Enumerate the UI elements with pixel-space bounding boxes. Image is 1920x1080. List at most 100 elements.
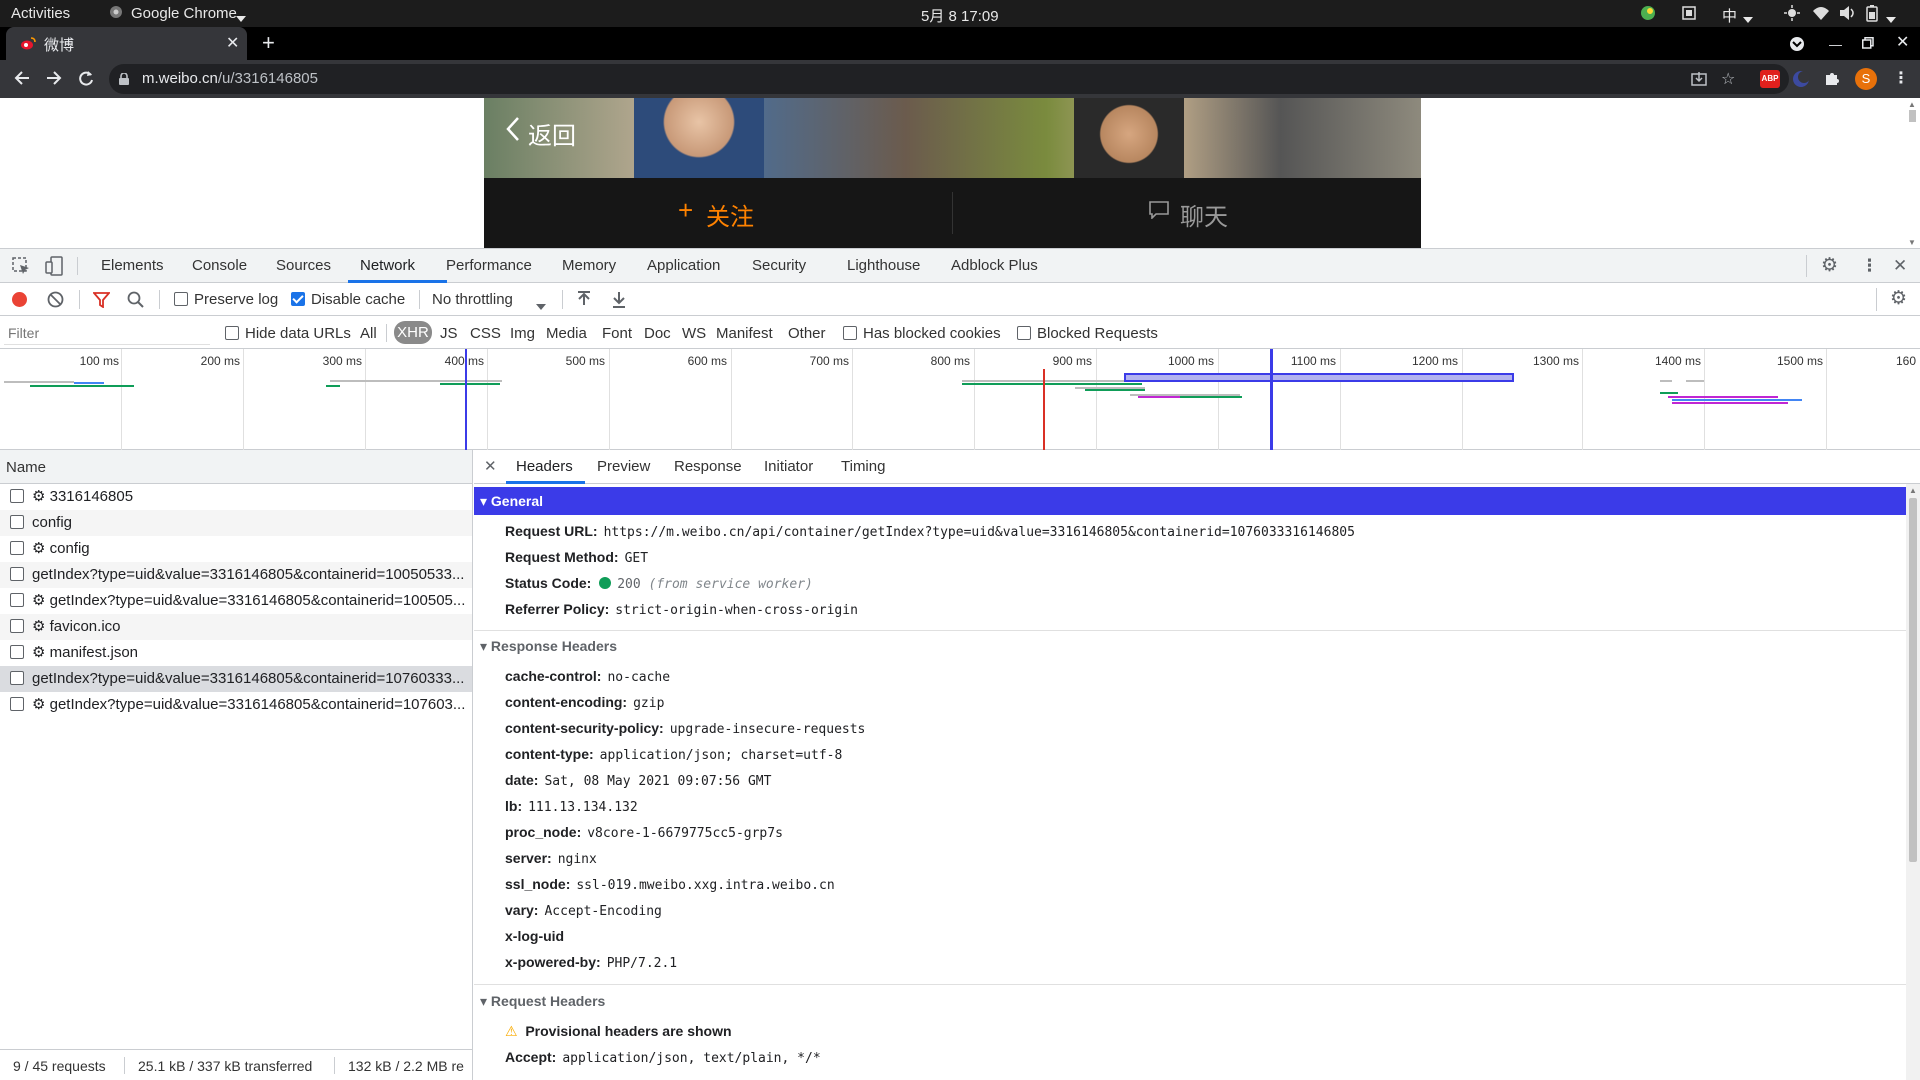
request-row[interactable]: getIndex?type=uid&value=3316146805&conta… [0,562,472,588]
install-app-icon[interactable] [1691,71,1707,91]
request-row[interactable]: ⚙ 3316146805 [0,484,472,510]
more-options-icon[interactable]: ⋮ [1861,256,1878,276]
filter-type-img[interactable]: Img [510,325,535,342]
page-scrollbar[interactable]: ▲ ▼ [1906,100,1918,248]
selected-request-bar[interactable] [1124,373,1514,382]
throttling-select[interactable]: No throttling [432,291,513,308]
section-general[interactable]: ▾ General [474,487,1906,515]
volume-icon[interactable] [1839,5,1857,25]
blocked-requests-checkbox[interactable]: Blocked Requests [1017,325,1158,342]
screenshot-tray-icon[interactable] [1681,5,1697,25]
disable-cache-checkbox[interactable]: Disable cache [291,291,405,308]
clock[interactable]: 5月 8 17:09 [921,5,999,26]
filter-type-js[interactable]: JS [440,325,458,342]
tab-memory[interactable]: Memory [562,257,616,274]
close-tab-icon[interactable]: ✕ [226,33,239,53]
activities-button[interactable]: Activities [11,5,70,22]
back-link[interactable]: 返回 [528,116,576,151]
dark-mode-extension-icon[interactable] [1792,70,1810,93]
lock-icon[interactable] [119,72,129,89]
tab-preview[interactable]: Preview [597,458,650,475]
close-window-icon[interactable]: ✕ [1896,32,1909,52]
tab-search-icon[interactable] [1789,36,1805,57]
column-header-name[interactable]: Name [6,459,46,476]
restore-window-icon[interactable] [1862,36,1874,54]
tab-headers[interactable]: Headers [516,458,573,475]
close-devtools-icon[interactable]: ✕ [1893,256,1907,276]
tab-sources[interactable]: Sources [276,257,331,274]
filter-type-doc[interactable]: Doc [644,325,671,342]
request-row-selected[interactable]: getIndex?type=uid&value=3316146805&conta… [0,666,472,692]
browser-menu-icon[interactable]: ⋮ [1893,68,1909,88]
minimize-window-icon[interactable]: — [1829,37,1842,52]
chat-button[interactable]: 聊天 [1180,197,1228,232]
close-details-icon[interactable]: ✕ [484,457,497,475]
tab-network[interactable]: Network [360,257,415,274]
tab-security[interactable]: Security [752,257,806,274]
profile-avatar[interactable]: S [1855,68,1877,90]
filter-type-all[interactable]: All [360,325,377,342]
section-request-headers[interactable]: ▾ Request Headers [474,987,1906,1015]
hide-data-urls-checkbox[interactable]: Hide data URLs [225,325,351,342]
network-settings-icon[interactable]: ⚙ [1890,289,1907,308]
brightness-icon[interactable] [1784,5,1800,25]
network-overview-timeline[interactable]: 100 ms 200 ms 300 ms 400 ms 500 ms 600 m… [0,349,1920,450]
request-row[interactable]: config [0,510,472,536]
device-toolbar-icon[interactable] [45,256,63,281]
filter-type-font[interactable]: Font [602,325,632,342]
tab-elements[interactable]: Elements [101,257,164,274]
has-blocked-cookies-checkbox[interactable]: Has blocked cookies [843,325,1001,342]
address-bar[interactable]: m.weibo.cn/u/3316146805 ☆ [109,64,1789,94]
request-row[interactable]: ⚙ getIndex?type=uid&value=3316146805&con… [0,692,472,718]
back-arrow-icon[interactable] [14,70,30,91]
back-chevron-icon[interactable] [506,116,520,147]
tab-performance[interactable]: Performance [446,257,532,274]
details-scrollbar[interactable]: ▲ [1906,484,1920,1080]
request-row[interactable]: ⚙ getIndex?type=uid&value=3316146805&con… [0,588,472,614]
filter-type-ws[interactable]: WS [682,325,706,342]
filter-type-xhr[interactable]: XHR [394,321,432,344]
section-response-headers[interactable]: ▾ Response Headers [474,632,1906,660]
request-method-row: Request Method: GET [505,549,649,566]
tab-response[interactable]: Response [674,458,742,475]
tab-adblock-plus[interactable]: Adblock Plus [951,257,1038,274]
browser-tab[interactable]: 微博 ✕ [6,27,247,60]
preserve-log-checkbox[interactable]: Preserve log [174,291,278,308]
app-tray-icon[interactable] [1640,5,1656,25]
request-row[interactable]: ⚙ config [0,536,472,562]
tab-timing[interactable]: Timing [841,458,885,475]
forward-arrow-icon[interactable] [46,70,62,91]
export-har-icon[interactable] [611,291,627,313]
filter-type-media[interactable]: Media [546,325,587,342]
adblock-plus-extension-icon[interactable]: ABP [1760,70,1780,88]
input-method-indicator[interactable]: 中 [1722,5,1737,26]
bookmark-star-icon[interactable]: ☆ [1721,69,1735,89]
reload-icon[interactable] [78,70,94,91]
filter-funnel-icon[interactable] [92,292,111,313]
new-tab-icon[interactable]: + [262,30,275,56]
clear-icon[interactable] [47,291,64,313]
tab-application[interactable]: Application [647,257,720,274]
dom-content-loaded-marker [465,349,467,450]
app-menu[interactable]: Google Chrome [131,5,237,22]
filter-type-manifest[interactable]: Manifest [716,325,773,342]
timeline-tick-label: 600 ms [687,354,727,368]
filter-type-css[interactable]: CSS [470,325,501,342]
settings-gear-icon[interactable]: ⚙ [1821,256,1838,275]
filter-type-other[interactable]: Other [788,325,826,342]
request-row[interactable]: ⚙ favicon.ico [0,614,472,640]
inspect-element-icon[interactable] [12,257,30,280]
battery-icon[interactable] [1866,4,1878,26]
record-button[interactable] [12,292,27,307]
tab-initiator[interactable]: Initiator [764,458,813,475]
search-icon[interactable] [127,291,144,313]
follow-button[interactable]: 关注 [706,197,754,232]
wifi-icon[interactable] [1812,5,1830,25]
chevron-down-icon[interactable] [1886,10,1896,27]
import-har-icon[interactable] [576,291,592,313]
extensions-puzzle-icon[interactable] [1824,70,1840,91]
request-row[interactable]: ⚙ manifest.json [0,640,472,666]
tab-console[interactable]: Console [192,257,247,274]
filter-input[interactable] [4,321,210,345]
tab-lighthouse[interactable]: Lighthouse [847,257,920,274]
